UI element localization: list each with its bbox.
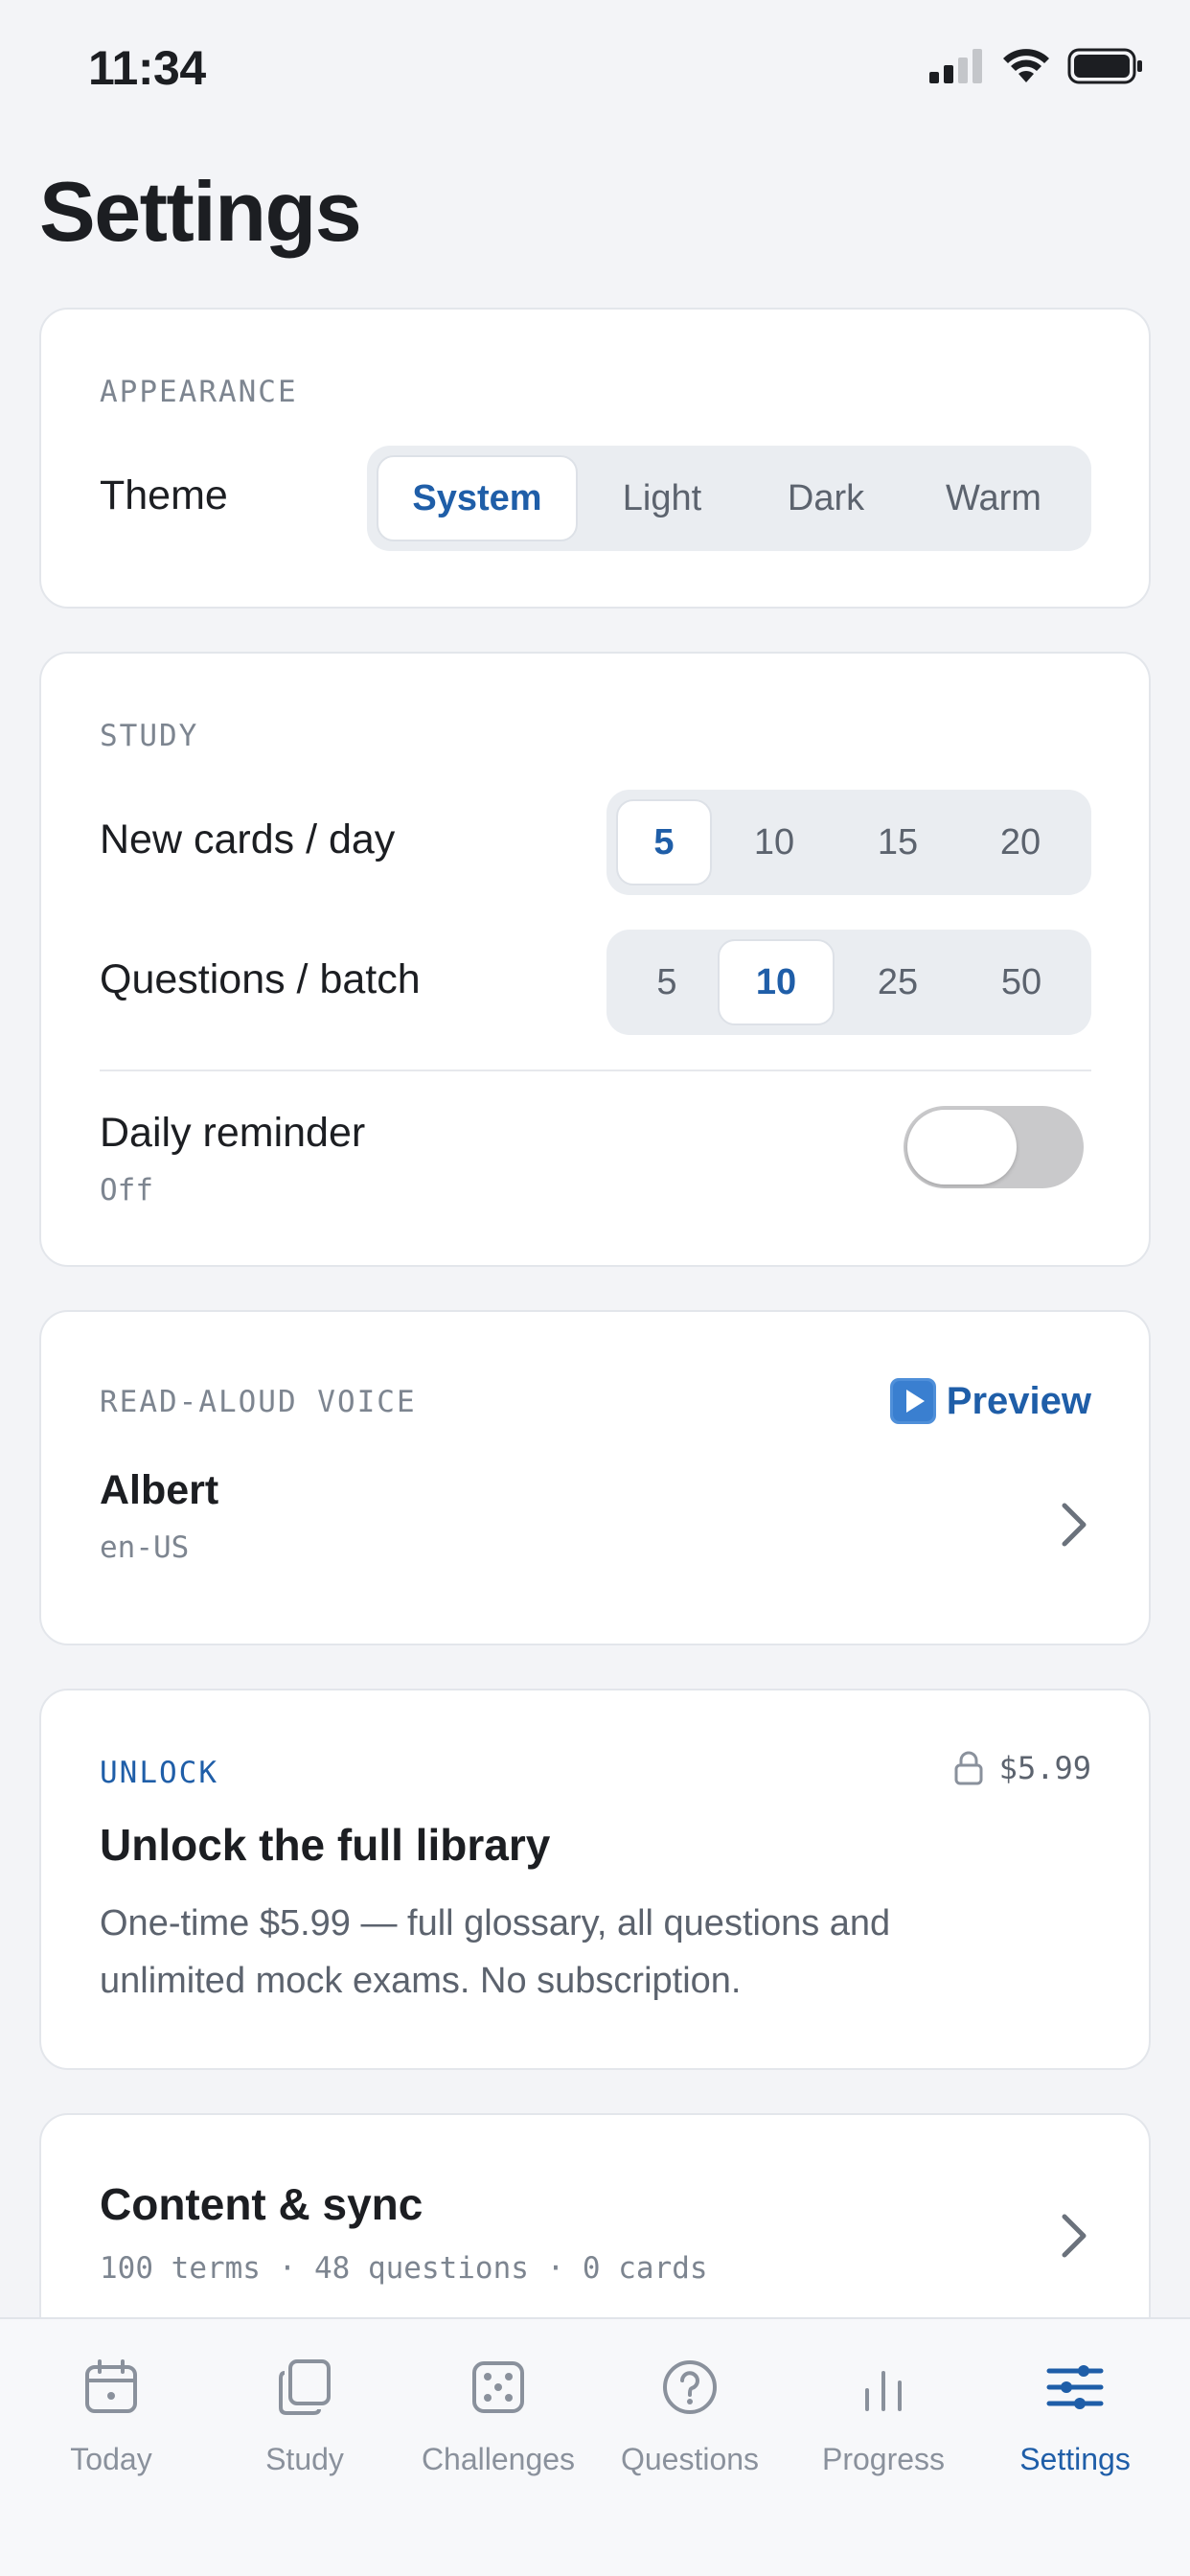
voice-section-label: READ-ALOUD VOICE — [100, 1385, 417, 1419]
content-sync-summary: 100 terms · 48 questions · 0 cards — [100, 2251, 708, 2286]
questions-option-25[interactable]: 25 — [835, 939, 961, 1025]
theme-option-light[interactable]: Light — [578, 455, 746, 541]
unlock-description-line-1: One-time $5.99 — full glossary, all ques… — [100, 1903, 891, 1944]
play-button-icon — [889, 1378, 936, 1424]
new-cards-segmented-control: 5 10 15 20 — [606, 790, 1091, 895]
study-section-label: STUDY — [100, 719, 199, 753]
tab-label-challenges: Challenges — [421, 2442, 576, 2476]
bars-icon — [865, 2371, 902, 2411]
new-cards-option-10[interactable]: 10 — [712, 799, 836, 886]
new-cards-label: New cards / day — [100, 816, 396, 862]
preview-button[interactable]: Preview — [889, 1377, 1091, 1425]
voice-row[interactable]: Albert en-US — [41, 1456, 1149, 1599]
tab-label-progress: Progress — [821, 2442, 946, 2476]
toggle-knob — [907, 1110, 1017, 1184]
tab-settings[interactable]: Settings — [979, 2358, 1171, 2477]
unlock-card[interactable]: UNLOCK $5.99 Unlock the full library One… — [39, 1689, 1151, 2070]
status-icons — [929, 48, 1144, 84]
study-divider — [100, 1070, 1091, 1071]
question-icon — [663, 2360, 717, 2414]
voice-locale: en-US — [100, 1530, 190, 1565]
daily-reminder-status: Off — [100, 1173, 153, 1208]
page-title: Settings — [39, 164, 362, 259]
tab-label-settings: Settings — [1019, 2442, 1131, 2476]
voice-name: Albert — [100, 1467, 219, 1513]
cards-icon — [279, 2359, 331, 2415]
signal-icon — [929, 49, 982, 83]
preview-label: Preview — [946, 1379, 1091, 1422]
theme-label: Theme — [100, 472, 228, 518]
questions-option-50[interactable]: 50 — [961, 939, 1082, 1025]
daily-reminder-label: Daily reminder — [100, 1110, 366, 1156]
unlock-description-line-2: unlimited mock exams. No subscription. — [100, 1961, 742, 2001]
questions-batch-segmented-control: 5 10 25 50 — [606, 930, 1091, 1035]
questions-option-5[interactable]: 5 — [616, 939, 718, 1025]
chevron-right-icon — [1062, 2214, 1087, 2258]
tab-label-study: Study — [265, 2442, 344, 2476]
tab-questions[interactable]: Questions — [594, 2358, 786, 2477]
daily-reminder-toggle[interactable] — [904, 1106, 1084, 1188]
unlock-price: $5.99 — [998, 1750, 1091, 1786]
new-cards-option-20[interactable]: 20 — [959, 799, 1082, 886]
unlock-section-label: UNLOCK — [100, 1756, 218, 1790]
study-card: STUDY New cards / day 5 10 15 20 Questio… — [39, 652, 1151, 1267]
theme-option-dark[interactable]: Dark — [746, 455, 905, 541]
new-cards-option-5[interactable]: 5 — [616, 799, 712, 886]
tab-progress[interactable]: Progress — [788, 2358, 979, 2477]
appearance-section-label: APPEARANCE — [100, 375, 298, 409]
status-bar: 11:34 — [0, 0, 1190, 144]
tab-bar: Today Study Challenges Questions Progres… — [0, 2317, 1190, 2576]
tab-label-today: Today — [70, 2442, 152, 2476]
tab-challenges[interactable]: Challenges — [402, 2358, 594, 2477]
questions-option-10[interactable]: 10 — [718, 939, 835, 1025]
theme-segmented-control: System Light Dark Warm — [367, 446, 1091, 551]
wifi-icon — [1003, 49, 1049, 82]
questions-batch-label: Questions / batch — [100, 956, 421, 1002]
tab-label-questions: Questions — [620, 2442, 760, 2476]
battery-icon — [1067, 48, 1142, 84]
tab-study[interactable]: Study — [209, 2358, 400, 2477]
calendar-icon — [85, 2359, 137, 2413]
dice-icon — [472, 2361, 524, 2413]
new-cards-option-15[interactable]: 15 — [836, 799, 959, 886]
appearance-card: APPEARANCE Theme System Light Dark Warm — [39, 308, 1151, 609]
unlock-title: Unlock the full library — [100, 1820, 551, 1870]
theme-option-warm[interactable]: Warm — [905, 455, 1082, 541]
status-time: 11:34 — [88, 41, 206, 95]
unlock-price-badge: $5.99 — [953, 1750, 1091, 1786]
content-sync-title: Content & sync — [100, 2179, 423, 2229]
tab-today[interactable]: Today — [15, 2358, 207, 2477]
sliders-icon — [1046, 2365, 1104, 2409]
voice-card: READ-ALOUD VOICE Preview Albert en-US — [39, 1310, 1151, 1645]
chevron-right-icon — [1062, 1503, 1087, 1547]
lock-icon — [954, 1751, 983, 1785]
theme-option-system[interactable]: System — [377, 455, 578, 541]
